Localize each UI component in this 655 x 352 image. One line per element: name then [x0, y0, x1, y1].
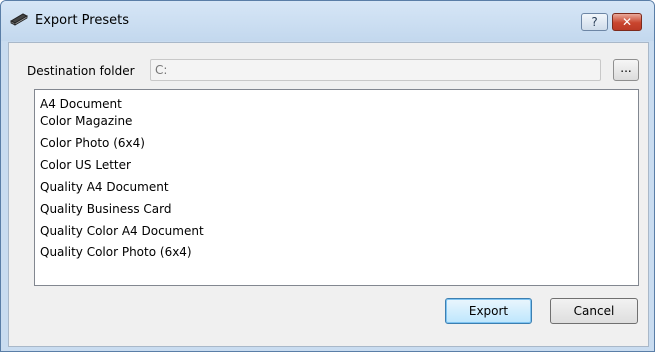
window-title: Export Presets	[35, 13, 129, 28]
preset-list-item[interactable]: Quality Color A4 Document	[40, 224, 204, 238]
preset-list-item[interactable]: Quality Color Photo (6x4)	[40, 245, 192, 259]
scanner-icon	[10, 13, 28, 26]
destination-folder-field[interactable]: C:	[150, 59, 601, 81]
close-icon: ✕	[621, 15, 633, 29]
export-presets-window: Export Presets ? ✕ Destination folder C:…	[0, 0, 655, 352]
preset-list-item[interactable]: Quality Business Card	[40, 202, 172, 216]
export-button[interactable]: Export	[445, 298, 532, 324]
preset-list-item[interactable]: Quality A4 Document	[40, 180, 169, 194]
preset-list-item[interactable]: Color Magazine	[40, 114, 132, 128]
destination-folder-label: Destination folder	[27, 64, 135, 78]
preset-list-item[interactable]: Color Photo (6x4)	[40, 136, 145, 150]
help-button[interactable]: ?	[581, 13, 608, 31]
cancel-button[interactable]: Cancel	[550, 298, 638, 324]
help-icon: ?	[591, 15, 598, 29]
preset-list-item[interactable]: Color US Letter	[40, 158, 131, 172]
preset-list-item[interactable]: A4 Document	[40, 97, 122, 111]
preset-list[interactable]: A4 Document Color Magazine Color Photo (…	[34, 89, 639, 286]
title-bar[interactable]: Export Presets ? ✕	[1, 1, 654, 41]
browse-button[interactable]: ...	[613, 59, 639, 81]
close-button[interactable]: ✕	[612, 13, 642, 31]
